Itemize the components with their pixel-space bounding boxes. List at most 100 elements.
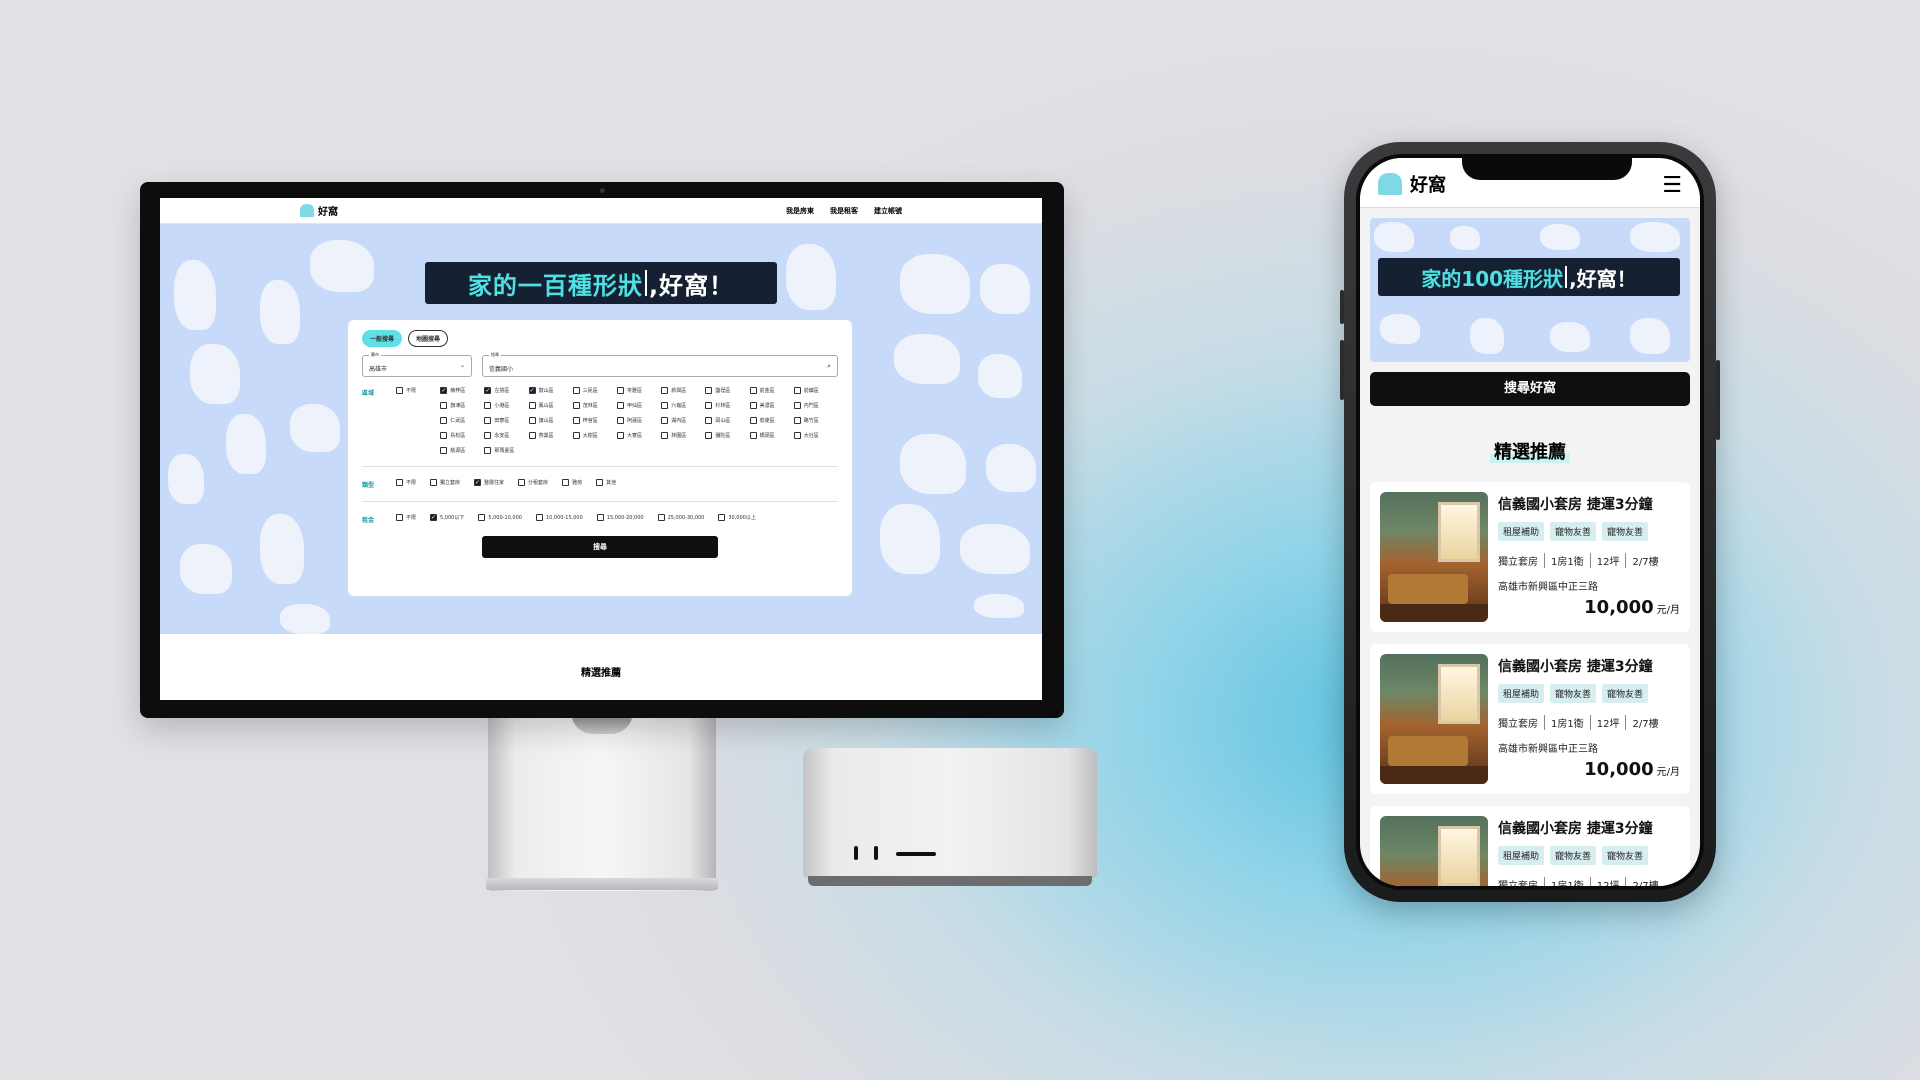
type-checkbox[interactable]: 分租套房: [518, 479, 548, 486]
listing-spec: 獨立套房: [1498, 719, 1538, 730]
district-checkbox[interactable]: 不限: [396, 387, 440, 394]
district-checkbox[interactable]: 燕巢區: [528, 432, 573, 439]
desktop-logo[interactable]: 好窩: [300, 203, 338, 218]
rent-checkbox[interactable]: 25,000-30,000: [657, 514, 704, 521]
mobile-hero: 家的100種形狀 ,好窩！: [1370, 218, 1690, 362]
desktop-nav-links: 我是房東 我是租客 建立帳號: [786, 206, 902, 216]
checkbox-icon: [572, 387, 580, 394]
district-checkbox[interactable]: 杉林區: [705, 402, 749, 409]
district-checkbox[interactable]: 甲仙區: [617, 402, 661, 409]
rent-checkbox[interactable]: 不限: [396, 514, 416, 521]
checkbox-label: 茂林區: [582, 403, 598, 409]
listing-spec: 1房1衛: [1544, 877, 1590, 886]
listing-card[interactable]: 信義國小套房 捷運3分鐘 租屋補助寵物友善寵物友善 獨立套房1房1衛12坪2/7…: [1370, 644, 1690, 794]
district-checkbox[interactable]: 苓雅區: [617, 387, 661, 394]
hamburger-menu-icon[interactable]: ☰: [1662, 175, 1682, 197]
city-select[interactable]: 縣市 高雄市 ⌄: [362, 352, 472, 377]
district-checkbox[interactable]: 小港區: [484, 402, 528, 409]
checkbox-icon: [793, 402, 801, 409]
district-checkbox[interactable]: 前金區: [749, 387, 794, 394]
district-checkbox[interactable]: 前鎮區: [793, 387, 838, 394]
district-checkbox[interactable]: 美濃區: [749, 402, 794, 409]
district-checkbox[interactable]: 旗津區: [440, 402, 484, 409]
tab-map-search[interactable]: 地圖搜尋: [408, 330, 449, 347]
checkbox-icon: [484, 447, 492, 454]
rent-checkbox[interactable]: 5,000-10,000: [478, 514, 522, 521]
district-checkbox[interactable]: 鳥松區: [440, 432, 484, 439]
checkbox-label: 大寮區: [627, 433, 643, 439]
district-checkbox[interactable]: 鳳山區: [528, 402, 573, 409]
mac-studio-device: [803, 748, 1097, 878]
district-checkbox[interactable]: 鹽埕區: [705, 387, 749, 394]
search-submit-button[interactable]: 搜尋: [482, 536, 718, 558]
listing-photo[interactable]: [1380, 816, 1488, 886]
district-checkbox[interactable]: 桃源區: [440, 447, 484, 454]
checkbox-label: 鹽埕區: [715, 388, 731, 394]
district-checkbox[interactable]: 大樹區: [572, 432, 617, 439]
district-checkbox: [396, 402, 440, 409]
listing-title[interactable]: 信義國小套房 捷運3分鐘: [1498, 656, 1680, 676]
rent-checkbox[interactable]: 30,000以上: [718, 514, 756, 521]
type-checkbox[interactable]: 獨立套房: [430, 479, 460, 486]
listing-card[interactable]: 信義國小套房 捷運3分鐘 租屋補助寵物友善寵物友善 獨立套房1房1衛12坪2/7…: [1370, 806, 1690, 886]
district-checkbox[interactable]: 梓官區: [572, 417, 617, 424]
tab-general-search[interactable]: 一般搜尋: [362, 330, 403, 347]
district-checkbox[interactable]: 林園區: [661, 432, 705, 439]
district-checkbox[interactable]: 旗山區: [528, 417, 573, 424]
listing-title[interactable]: 信義國小套房 捷運3分鐘: [1498, 818, 1680, 838]
district-checkbox[interactable]: 茂林區: [572, 402, 617, 409]
district-checkbox[interactable]: 仁武區: [440, 417, 484, 424]
type-checkbox[interactable]: 其他: [596, 479, 616, 486]
district-checkbox[interactable]: ✓ 左營區: [484, 387, 528, 394]
listing-card[interactable]: 信義國小套房 捷運3分鐘 租屋補助寵物友善寵物友善 獨立套房1房1衛12坪2/7…: [1370, 482, 1690, 632]
district-checkbox[interactable]: 岡山區: [705, 417, 749, 424]
search-icon[interactable]: ⌕: [827, 362, 831, 371]
type-checkbox[interactable]: 不限: [396, 479, 416, 486]
listing-title[interactable]: 信義國小套房 捷運3分鐘: [1498, 494, 1680, 514]
district-checkbox[interactable]: 那瑪夏區: [484, 447, 528, 454]
rent-checkbox[interactable]: ✓ 5,000以下: [430, 514, 464, 521]
district-checkbox[interactable]: 大社區: [793, 432, 838, 439]
district-checkbox[interactable]: 內門區: [793, 402, 838, 409]
district-checkbox[interactable]: 六龜區: [661, 402, 705, 409]
district-checkbox[interactable]: 田寮區: [484, 417, 528, 424]
district-checkbox[interactable]: 新興區: [661, 387, 705, 394]
district-checkbox[interactable]: 彌陀區: [705, 432, 749, 439]
listing-spec: 2/7樓: [1625, 553, 1664, 568]
district-filter-row: 區域 不限 ✓ 楠梓區 ✓ 左營區 ✓ 鼓山區 三民區 苓雅區 新興區 鹽埕區 前金區 前鎮區 旗津區 小港…: [362, 387, 838, 454]
mobile-logo[interactable]: 好窩: [1378, 171, 1446, 197]
photo-floor: [1380, 766, 1488, 784]
district-checkbox[interactable]: ✓ 楠梓區: [440, 387, 484, 394]
checkbox-icon: [617, 417, 624, 424]
district-checkbox[interactable]: 永安區: [484, 432, 528, 439]
rent-checkbox[interactable]: 10,000-15,000: [535, 514, 583, 521]
district-checkbox[interactable]: 橋頭區: [749, 432, 794, 439]
district-checkbox[interactable]: 大寮區: [617, 432, 661, 439]
checkbox-icon: [749, 402, 757, 409]
listing-spec: 1房1衛: [1544, 553, 1590, 568]
district-checkbox[interactable]: 湖內區: [661, 417, 705, 424]
checkbox-label: 整層住家: [484, 480, 505, 486]
headline-brand: ,好窩！: [648, 271, 735, 300]
listing-photo[interactable]: [1380, 654, 1488, 784]
nav-link-register[interactable]: 建立帳號: [874, 206, 902, 216]
checkbox-label: 新興區: [671, 388, 687, 394]
district-checkbox[interactable]: 阿蓮區: [617, 417, 661, 424]
checkbox-icon: [528, 432, 536, 439]
mobile-search-button[interactable]: 搜尋好窩: [1370, 372, 1690, 406]
type-checkbox[interactable]: 雅房: [562, 479, 582, 486]
decor-shape: [290, 404, 340, 452]
keyword-input[interactable]: 搜尋 信義國小 ⌕: [482, 352, 838, 377]
district-checkbox[interactable]: 路竹區: [793, 417, 838, 424]
nav-link-landlord[interactable]: 我是房東: [786, 206, 814, 216]
listing-photo[interactable]: [1380, 492, 1488, 622]
district-checkbox[interactable]: 茄萣區: [749, 417, 794, 424]
district-checkbox[interactable]: 三民區: [572, 387, 617, 394]
district-checkbox[interactable]: ✓ 鼓山區: [528, 387, 573, 394]
desktop-hero: 家的一百種形狀 ,好窩！ 一般搜尋 地圖搜尋 縣市 高雄市 ⌄ 搜尋 信義國小 ⌕: [160, 224, 1042, 634]
nav-link-tenant[interactable]: 我是租客: [830, 206, 858, 216]
rent-checkbox[interactable]: 15,000-20,000: [596, 514, 644, 521]
checkbox-label: 鳥松區: [450, 433, 466, 439]
type-label: 類型: [362, 482, 375, 489]
type-checkbox[interactable]: ✓ 整層住家: [474, 479, 504, 486]
